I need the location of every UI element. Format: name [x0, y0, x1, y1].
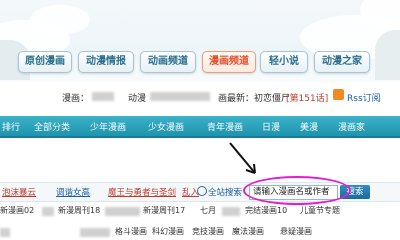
list-item[interactable]: 魔法漫画 [232, 226, 264, 237]
nav-button-original[interactable]: 原创漫画 [18, 51, 72, 73]
content-area [0, 143, 400, 175]
list-item[interactable]: 七月 [200, 205, 216, 216]
category-seinen[interactable]: 青年漫画 [207, 120, 243, 133]
annotation-highlight [243, 176, 351, 205]
hot-link-3[interactable]: 魔王与勇者与圣剑 [108, 186, 176, 198]
page: 原创漫画 动漫情报 动画频道 漫画频道 轻小说 动漫之家 漫画： 动漫 画最新：… [0, 0, 400, 240]
latest-episode-link[interactable]: [第151话] [286, 91, 328, 104]
info-middle: 动漫 [128, 94, 147, 104]
list-item[interactable]: 科幻漫画 [152, 226, 184, 237]
info-bar: 漫画： 动漫 画最新：初恋僵尸 [第151话] Rss订阅 [0, 84, 400, 106]
info-prefix: 漫画： [62, 94, 90, 104]
nav-button-comic[interactable]: 漫画频道 [202, 51, 256, 73]
decor-tree-right [375, 30, 400, 80]
annotation-arrow-icon [229, 142, 256, 174]
list-row-1: 新漫画02 新漫周刊18 新漫周刊17 七月 完结漫画10 儿童节专题 [0, 203, 400, 217]
hot-link-1[interactable]: 泡沫暴云 [2, 186, 36, 198]
latest-label: 画最新：初恋僵尸 [218, 94, 291, 104]
list-item[interactable]: 完结漫画10 [245, 205, 287, 216]
search-icon [197, 186, 207, 196]
nav-button-news[interactable]: 动漫情报 [78, 51, 134, 73]
category-bar: 排行 全部分类 少年漫画 少女漫画 青年漫画 日漫 美漫 漫画家 [0, 116, 400, 138]
list-item[interactable]: 竞技漫画 [192, 226, 224, 237]
category-japanese[interactable]: 日漫 [262, 120, 280, 133]
rss-icon [333, 89, 344, 100]
list-item[interactable]: 悬疑漫画 [280, 226, 312, 237]
category-shojo[interactable]: 少女漫画 [148, 120, 184, 133]
nav-button-anime[interactable]: 动画频道 [140, 51, 196, 73]
list-item[interactable]: 新漫周刊18 [58, 205, 100, 216]
category-ranking[interactable]: 排行 [2, 120, 20, 133]
site-search-label: 全站搜索 [208, 188, 243, 198]
rss-link[interactable]: Rss订阅 [347, 91, 381, 104]
nav-button-light-novel[interactable]: 轻小说 [260, 51, 308, 73]
hot-link-2[interactable]: 调谐女高 [56, 186, 90, 198]
category-american[interactable]: 美漫 [300, 120, 318, 133]
category-artists[interactable]: 漫画家 [338, 120, 365, 133]
list-item[interactable]: 新漫画02 [0, 205, 34, 216]
list-item[interactable]: 儿童节专题 [300, 205, 340, 216]
category-shonen[interactable]: 少年漫画 [90, 120, 126, 133]
category-all[interactable]: 全部分类 [34, 120, 70, 133]
nav-button-dmzj[interactable]: 动漫之家 [314, 51, 370, 73]
list-item[interactable]: 新漫周刊17 [143, 205, 185, 216]
list-row-2: 格斗漫画 科幻漫画 竞技漫画 魔法漫画 悬疑漫画 [0, 224, 400, 238]
list-item[interactable]: 格斗漫画 [115, 226, 147, 237]
